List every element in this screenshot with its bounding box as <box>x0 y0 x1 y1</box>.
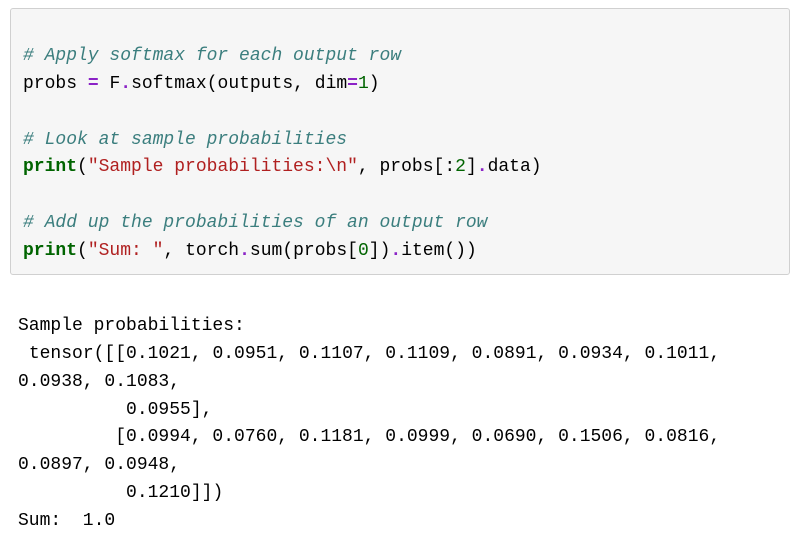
code-paren: ( <box>207 74 218 94</box>
output-line: Sum: 1.0 <box>18 511 115 531</box>
code-bracket: [: <box>434 157 456 177</box>
output-line: 0.1210]]) <box>18 483 223 503</box>
code-operator: = <box>88 74 99 94</box>
code-space <box>77 74 88 94</box>
output-line: [0.0994, 0.0760, 0.1181, 0.0999, 0.0690,… <box>18 427 731 475</box>
code-dot: . <box>120 74 131 94</box>
code-comment: # Apply softmax for each output row <box>23 46 401 66</box>
code-token: dim <box>315 74 347 94</box>
code-space <box>99 74 110 94</box>
output-line: 0.0955], <box>18 400 212 420</box>
code-bracket: ] <box>369 241 380 261</box>
code-token: sum <box>250 241 282 261</box>
notebook-cell-pair: # Apply softmax for each output row prob… <box>0 0 800 550</box>
code-builtin: print <box>23 241 77 261</box>
code-token: softmax <box>131 74 207 94</box>
code-space <box>304 74 315 94</box>
code-comma: , <box>358 157 369 177</box>
code-paren: () <box>444 241 466 261</box>
code-paren: ( <box>77 157 88 177</box>
code-paren: ) <box>369 74 380 94</box>
code-token: probs <box>293 241 347 261</box>
code-operator: = <box>347 74 358 94</box>
code-bracket: ] <box>466 157 477 177</box>
code-paren: ) <box>380 241 391 261</box>
code-string: "Sample probabilities:\n" <box>88 157 358 177</box>
code-comma: , <box>163 241 174 261</box>
code-number: 2 <box>455 157 466 177</box>
output-line: tensor([[0.1021, 0.0951, 0.1107, 0.1109,… <box>18 344 731 392</box>
code-paren: ) <box>531 157 542 177</box>
code-space <box>174 241 185 261</box>
code-paren: ) <box>466 241 477 261</box>
code-dot: . <box>390 241 401 261</box>
code-dot: . <box>239 241 250 261</box>
code-comment: # Add up the probabilities of an output … <box>23 213 487 233</box>
code-builtin: print <box>23 157 77 177</box>
code-number: 1 <box>358 74 369 94</box>
code-paren: ( <box>282 241 293 261</box>
code-bracket: [ <box>347 241 358 261</box>
code-paren: ( <box>77 241 88 261</box>
code-output-cell: Sample probabilities: tensor([[0.1021, 0… <box>10 275 790 540</box>
code-input-cell: # Apply softmax for each output row prob… <box>10 8 790 275</box>
code-token: probs <box>23 74 77 94</box>
code-string: "Sum: " <box>88 241 164 261</box>
code-comment: # Look at sample probabilities <box>23 130 347 150</box>
code-token: data <box>488 157 531 177</box>
code-space <box>369 157 380 177</box>
code-token: probs <box>380 157 434 177</box>
code-dot: . <box>477 157 488 177</box>
code-token: F <box>109 74 120 94</box>
code-comma: , <box>293 74 304 94</box>
code-token: outputs <box>218 74 294 94</box>
code-token: torch <box>185 241 239 261</box>
output-line: Sample probabilities: <box>18 316 245 336</box>
code-token: item <box>401 241 444 261</box>
code-number: 0 <box>358 241 369 261</box>
